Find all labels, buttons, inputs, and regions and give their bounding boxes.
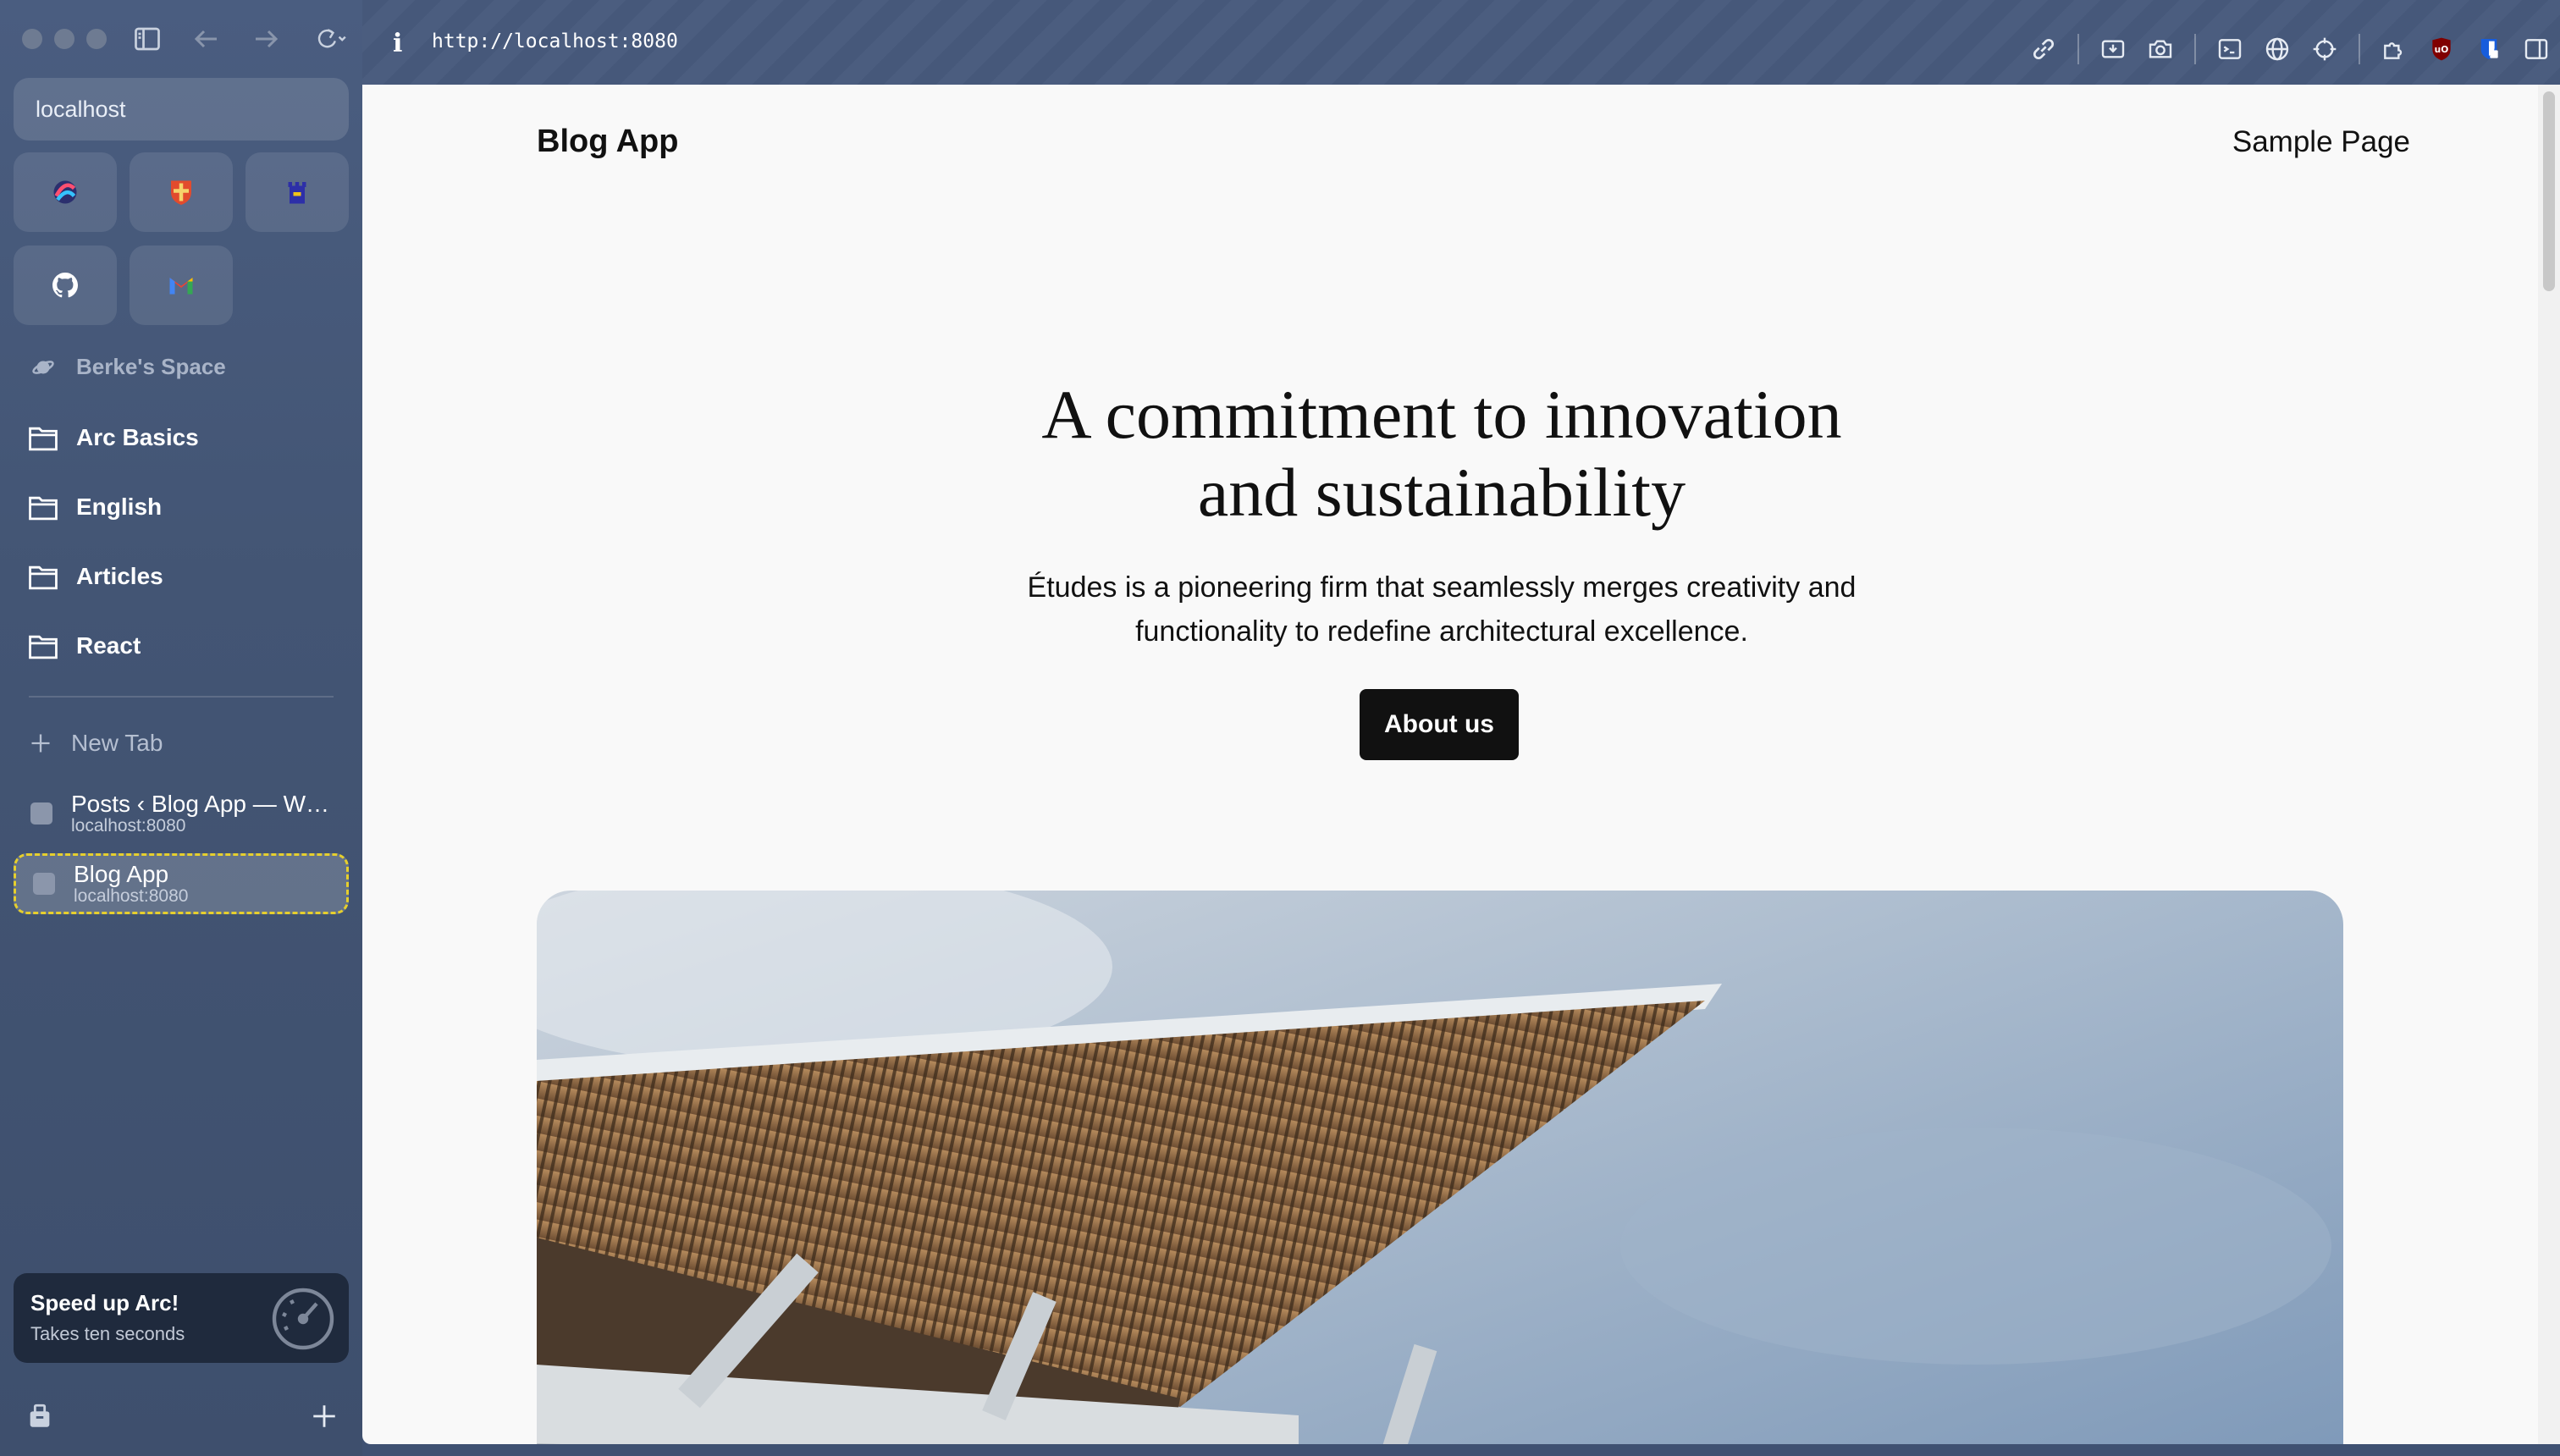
github-icon [52, 273, 78, 298]
tab-favicon-icon [33, 873, 55, 895]
hero-description-line: functionality to redefine architectural … [1135, 615, 1748, 648]
reload-icon [317, 29, 346, 48]
toolbar-separator [2077, 34, 2079, 64]
folder-label: English [76, 494, 163, 520]
dev-console-button[interactable] [2206, 34, 2254, 64]
tab-url: localhost:8080 [74, 886, 189, 906]
globe-icon [2265, 37, 2289, 61]
folder-icon [29, 496, 58, 521]
scrollbar-thumb[interactable] [2543, 91, 2555, 291]
speed-up-promo[interactable]: Speed up Arc! Takes ten seconds [14, 1273, 349, 1363]
new-tab-button[interactable]: New Tab [29, 730, 163, 757]
favorite-github[interactable] [14, 245, 117, 325]
folder-react[interactable]: React [27, 631, 141, 660]
sidebar-icon [135, 27, 160, 51]
bitwarden-extension-button[interactable] [2465, 34, 2513, 64]
plus-icon [31, 734, 50, 753]
forward-button[interactable] [249, 22, 283, 56]
sidebar-tab-active[interactable]: Blog App localhost:8080 [14, 853, 349, 914]
camera-icon [2149, 40, 2172, 58]
extensions-button[interactable] [2370, 34, 2418, 64]
favorite-app-1[interactable] [14, 152, 117, 232]
inspect-button[interactable] [2301, 34, 2348, 64]
toolbar-actions: uO [2020, 34, 2560, 64]
hero-heading-line: A commitment to innovation [1041, 376, 1842, 453]
tab-url: localhost:8080 [71, 816, 186, 836]
favorite-app-2[interactable] [130, 152, 233, 232]
svg-text:uO: uO [2435, 44, 2449, 55]
sidebar-url-field[interactable]: localhost [14, 78, 349, 141]
screenshot-button[interactable] [2137, 34, 2184, 64]
new-tab-label: New Tab [71, 730, 163, 756]
hero-heading-line: and sustainability [1197, 454, 1686, 531]
capture-icon [2101, 40, 2125, 58]
back-button[interactable] [190, 22, 223, 56]
tab-favicon-icon [30, 802, 52, 825]
page-scrollbar[interactable] [2538, 85, 2560, 1444]
hero-description-line: Études is a pioneering firm that seamles… [1027, 571, 1857, 604]
sidebar-divider [29, 696, 334, 698]
zoom-window-button[interactable] [86, 29, 107, 49]
folder-articles[interactable]: Articles [27, 562, 163, 591]
tab-title: Posts ‹ Blog App — W… [71, 791, 329, 817]
arrow-left-icon [194, 30, 217, 48]
crest-icon [171, 180, 191, 205]
arrow-right-icon [256, 30, 279, 48]
folder-icon [29, 635, 58, 659]
folder-label: Articles [76, 563, 163, 589]
close-window-button[interactable] [22, 29, 42, 49]
crosshair-icon [2313, 37, 2337, 61]
hero-description: Études is a pioneering firm that seamles… [362, 565, 2521, 654]
favorite-gmail[interactable] [130, 245, 233, 325]
password-shield-icon [2480, 39, 2498, 59]
planet-icon [32, 360, 54, 374]
browser-toolbar: i http://localhost:8080 uO [362, 0, 2560, 85]
url-bar[interactable]: http://localhost:8080 [432, 29, 678, 54]
minimize-window-button[interactable] [54, 29, 74, 49]
castle-icon [288, 182, 306, 204]
ublock-extension-button[interactable]: uO [2418, 34, 2465, 64]
nav-link-sample-page[interactable]: Sample Page [2232, 125, 2410, 159]
speedometer-icon [272, 1288, 334, 1350]
toolbar-separator [2194, 34, 2196, 64]
folder-english[interactable]: English [27, 493, 162, 521]
link-icon [2033, 38, 2055, 60]
toolbar-separator [2359, 34, 2360, 64]
gmail-icon [169, 278, 193, 295]
copy-link-button[interactable] [2020, 34, 2067, 64]
split-view-button[interactable] [2513, 34, 2560, 64]
space-header[interactable]: Berke's Space [29, 354, 226, 380]
add-space-icon[interactable] [310, 1402, 339, 1431]
site-title-link[interactable]: Blog App [537, 124, 678, 160]
split-view-icon [2524, 39, 2548, 59]
favorite-app-3[interactable] [246, 152, 349, 232]
space-name: Berke's Space [76, 354, 226, 379]
building-photo [537, 891, 2343, 1444]
toggle-sidebar-button[interactable] [130, 22, 164, 56]
window-controls [22, 29, 107, 49]
archive-icon[interactable] [25, 1402, 54, 1431]
tab-title: Blog App [74, 862, 169, 887]
network-button[interactable] [2254, 34, 2301, 64]
sidebar-tab[interactable]: Posts ‹ Blog App — W… localhost:8080 [14, 783, 349, 844]
hero-heading: A commitment to innovation and sustainab… [362, 376, 2521, 532]
hero-image [537, 891, 2343, 1444]
sidebar: localhost Berke's Space Arc Basics Engli… [0, 0, 362, 1456]
site-info-icon[interactable]: i [393, 29, 402, 58]
ublock-shield-icon: uO [2432, 37, 2451, 61]
folder-label: React [76, 632, 141, 659]
folder-icon [29, 565, 58, 590]
web-page: Blog App Sample Page A commitment to inn… [362, 85, 2560, 1444]
arc-logo-icon [53, 180, 77, 204]
nav-controls [130, 22, 354, 56]
folder-icon [29, 427, 58, 451]
folder-label: Arc Basics [76, 424, 199, 450]
terminal-icon [2218, 39, 2242, 59]
folder-arc-basics[interactable]: Arc Basics [27, 423, 199, 452]
puzzle-icon [2384, 42, 2403, 59]
sidebar-footer [25, 1402, 339, 1431]
reload-button[interactable] [308, 22, 354, 56]
about-us-button[interactable]: About us [1360, 689, 1519, 760]
capture-button[interactable] [2089, 34, 2137, 64]
